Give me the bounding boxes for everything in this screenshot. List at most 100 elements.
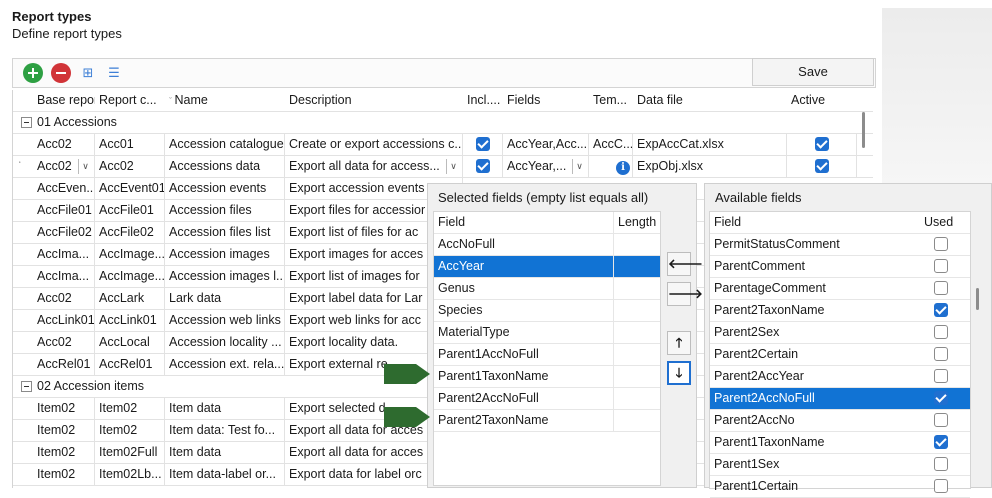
list-item[interactable]: ParentageComment	[710, 278, 970, 300]
used-checkbox[interactable]	[934, 412, 948, 427]
list-item[interactable]: Parent2AccNoFull	[710, 388, 970, 410]
row-indicator-icon: ʻ	[19, 160, 21, 169]
used-checkbox[interactable]	[934, 324, 948, 339]
list-header: Field Length	[434, 212, 660, 234]
list-item[interactable]: Parent1TaxonName	[434, 366, 660, 388]
used-checkbox[interactable]	[934, 280, 948, 295]
column-header[interactable]: Data file	[633, 90, 787, 112]
field-name: Parent1Sex	[714, 457, 780, 471]
used-checkbox[interactable]	[934, 390, 948, 405]
collapse-tree-icon[interactable]: ☰	[105, 64, 123, 82]
list-item[interactable]: AccNoFull	[434, 234, 660, 256]
list-item[interactable]: Parent1TaxonName	[710, 432, 970, 454]
annotation-arrow-icon	[384, 407, 430, 427]
grid-scrollbar[interactable]	[862, 112, 865, 148]
remove-field-button[interactable]: 🡒	[667, 282, 703, 306]
add-field-button[interactable]: 🡐	[667, 252, 703, 276]
table-row[interactable]: Acc02 Acc01 Accession catalogue Create o…	[13, 134, 873, 156]
field-name: Parent2TaxonName	[434, 410, 614, 432]
field-length[interactable]	[614, 344, 660, 366]
used-checkbox[interactable]	[934, 434, 948, 449]
used-checkbox[interactable]	[934, 478, 948, 493]
list-item[interactable]: ParentComment	[710, 256, 970, 278]
list-item[interactable]: Parent2AccYear	[710, 366, 970, 388]
used-checkbox[interactable]	[934, 368, 948, 383]
page-subtitle: Define report types	[12, 26, 122, 41]
remove-icon[interactable]	[51, 63, 71, 83]
active-checkbox[interactable]	[814, 136, 829, 151]
base-report-select[interactable]: Acc02 ∨	[33, 156, 95, 178]
list-item[interactable]: Parent2Sex	[710, 322, 970, 344]
used-checkbox[interactable]	[934, 258, 948, 273]
used-checkbox[interactable]	[934, 236, 948, 251]
list-item[interactable]: MaterialType	[434, 322, 660, 344]
field-length[interactable]	[614, 322, 660, 344]
grid-header-row: Base report Report c... ˇ Name Descripti…	[13, 90, 873, 112]
info-icon[interactable]: i	[616, 161, 630, 175]
group-label: 02 Accession items	[37, 379, 144, 393]
field-length[interactable]	[614, 300, 660, 322]
list-item[interactable]: Species	[434, 300, 660, 322]
add-icon[interactable]	[23, 63, 43, 83]
list-item[interactable]: Parent2AccNo	[710, 410, 970, 432]
list-item[interactable]: Parent2Certain	[710, 344, 970, 366]
collapse-icon[interactable]	[21, 381, 32, 392]
list-item[interactable]: Parent2TaxonName	[710, 300, 970, 322]
used-checkbox[interactable]	[934, 302, 948, 317]
field-name: MaterialType	[434, 322, 614, 344]
list-item[interactable]: Parent1Certain	[710, 476, 970, 498]
field-name: Parent2Sex	[714, 325, 780, 339]
column-header[interactable]: Report c...	[95, 90, 165, 112]
field-length[interactable]	[614, 410, 660, 432]
list-item[interactable]: Genus	[434, 278, 660, 300]
column-header[interactable]: Description	[285, 90, 463, 112]
list-item[interactable]: Parent1AccNoFull	[434, 344, 660, 366]
column-header[interactable]: Base report	[33, 90, 95, 112]
list-item[interactable]: Parent2AccNoFull	[434, 388, 660, 410]
expand-tree-icon[interactable]: ⊞	[79, 64, 97, 82]
list-item[interactable]: Parent1Sex	[710, 454, 970, 476]
field-name: Parent1AccNoFull	[434, 344, 614, 366]
description-select[interactable]: Export all data for access... ∨	[285, 156, 463, 178]
available-fields-scrollbar[interactable]	[976, 288, 979, 310]
field-name: AccYear	[434, 256, 614, 278]
save-button[interactable]: Save	[752, 58, 874, 86]
list-item[interactable]: AccYear	[434, 256, 660, 278]
used-checkbox[interactable]	[934, 346, 948, 361]
chevron-down-icon[interactable]: ∨	[446, 159, 460, 174]
field-length[interactable]	[614, 256, 660, 278]
group-row[interactable]: 01 Accessions	[13, 112, 873, 134]
field-name: Parent2AccYear	[714, 369, 804, 383]
column-header[interactable]: Fields	[503, 90, 589, 112]
annotation-arrow-icon	[384, 364, 430, 384]
used-checkbox[interactable]	[934, 456, 948, 471]
active-checkbox[interactable]	[814, 158, 829, 173]
column-header[interactable]: ˇ Name	[165, 90, 285, 112]
column-header[interactable]: Active	[787, 90, 857, 112]
list-item[interactable]: PermitStatusComment	[710, 234, 970, 256]
chevron-down-icon[interactable]: ∨	[78, 159, 92, 174]
field-length[interactable]	[614, 388, 660, 410]
available-fields-list: Field Used PermitStatusComment ParentComm…	[709, 211, 971, 498]
background-panel	[882, 8, 992, 188]
field-length[interactable]	[614, 278, 660, 300]
move-down-button[interactable]: 🡓	[667, 361, 691, 385]
fields-select[interactable]: AccYear,... ∨	[503, 156, 589, 178]
field-name: ParentageComment	[714, 281, 826, 295]
field-name: Parent1TaxonName	[434, 366, 614, 388]
table-row[interactable]: ʻ Acc02 ∨ Acc02 Accessions data Export al…	[13, 156, 873, 178]
list-item[interactable]: Parent2TaxonName	[434, 410, 660, 432]
page-title: Report types	[12, 9, 92, 24]
field-length[interactable]	[614, 366, 660, 388]
field-name: Parent2Certain	[714, 347, 799, 361]
collapse-icon[interactable]	[21, 117, 32, 128]
list-header: Field Used	[710, 212, 970, 234]
column-header[interactable]: Incl....	[463, 90, 503, 112]
move-up-button[interactable]: 🡑	[667, 331, 691, 355]
include-checkbox[interactable]	[475, 158, 490, 173]
field-length[interactable]	[614, 234, 660, 256]
field-name: Parent1Certain	[714, 479, 799, 493]
column-header[interactable]: Tem...	[589, 90, 633, 112]
chevron-down-icon[interactable]: ∨	[572, 159, 586, 174]
include-checkbox[interactable]	[475, 136, 490, 151]
